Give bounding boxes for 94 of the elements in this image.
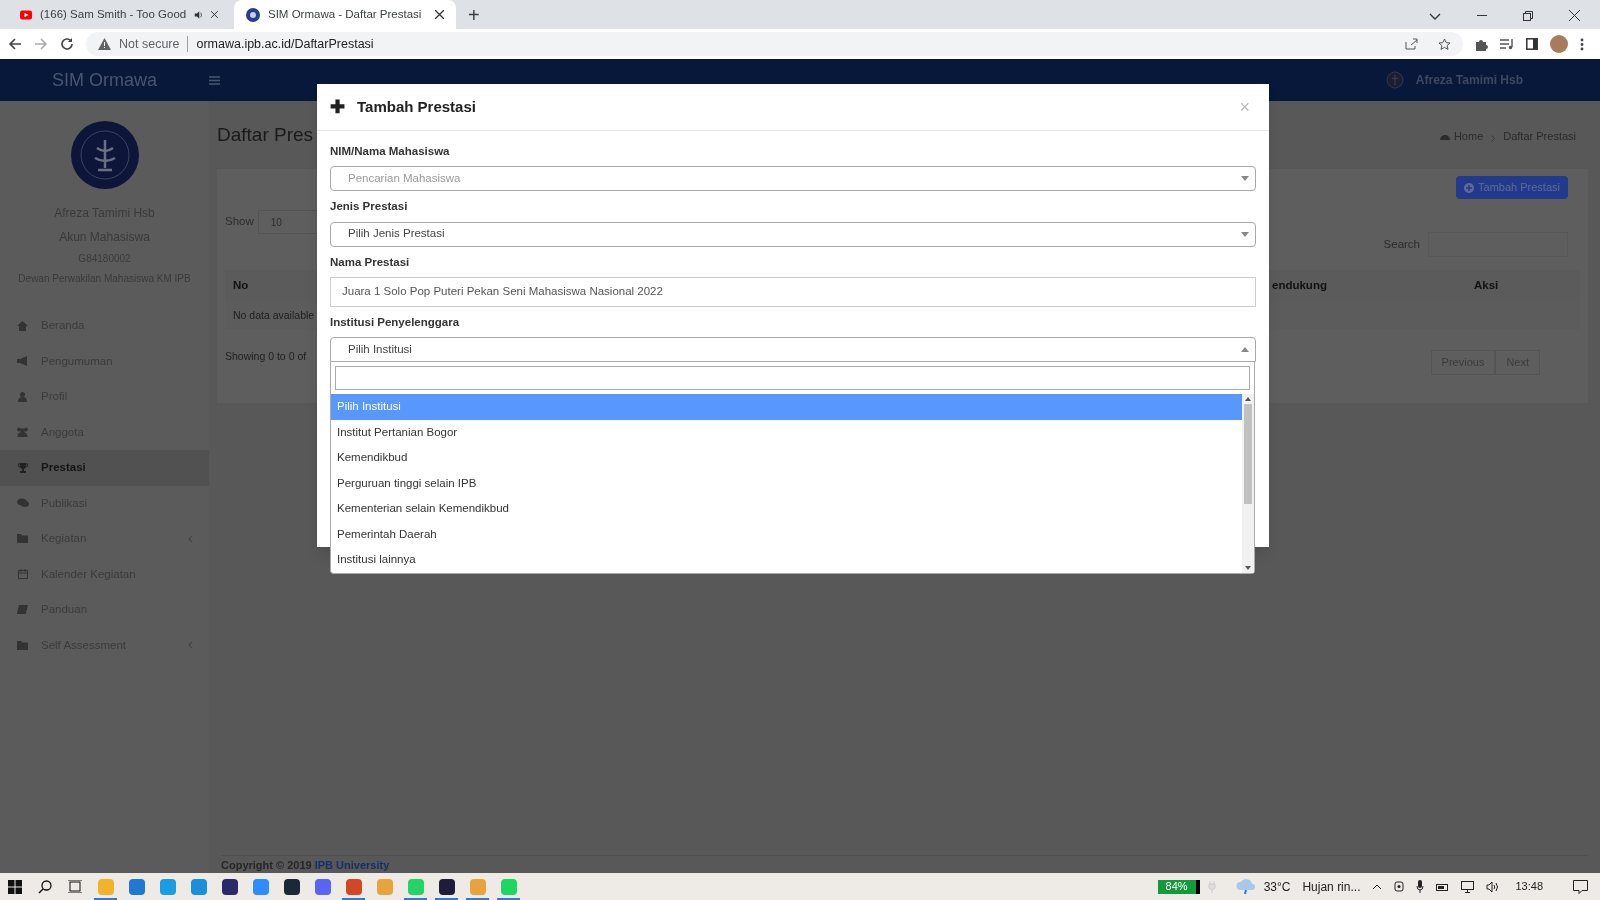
- dropdown-search-field[interactable]: [335, 366, 1250, 390]
- chevron-right-icon: [1491, 135, 1496, 142]
- plus-circle-icon: [1464, 182, 1475, 193]
- select-field[interactable]: Pilih Institusi: [330, 337, 1256, 362]
- empty-table-message: No data available: [233, 308, 315, 324]
- dropdown-option[interactable]: Kementerian selain Kemendikbud: [331, 496, 1242, 522]
- dropdown-arrow-icon: [1241, 231, 1249, 237]
- footer-link[interactable]: IPB University: [314, 858, 390, 871]
- add-achievement-button[interactable]: Tambah Prestasi: [1456, 176, 1568, 199]
- dropdown-option[interactable]: Pilih Institusi: [331, 394, 1242, 420]
- dropdown-option[interactable]: Pemerintah Daerah: [331, 521, 1242, 547]
- scrollbar[interactable]: [1242, 394, 1254, 573]
- share-icon[interactable]: [1405, 38, 1418, 50]
- puzzle-icon[interactable]: [1475, 37, 1488, 51]
- select-field[interactable]: Pilih Jenis Prestasi: [330, 221, 1256, 247]
- university-logo: [69, 120, 140, 190]
- speaker-icon[interactable]: [1486, 880, 1500, 893]
- address-bar[interactable]: Not secure ormawa.ipb.ac.id/DaftarPrestasi: [86, 32, 1463, 56]
- minimize-icon[interactable]: [1477, 15, 1487, 17]
- battery-level: 84%: [1157, 879, 1200, 894]
- megaphone-icon: [17, 356, 28, 367]
- task-view-icon[interactable]: [68, 880, 82, 893]
- select-value: Pilih Institusi: [348, 341, 412, 357]
- rain-cloud-icon: [1235, 878, 1256, 895]
- column-header[interactable]: Aksi: [1462, 277, 1557, 295]
- user-name[interactable]: Afreza Tamimi Hsb: [1415, 71, 1523, 89]
- monitor-icon[interactable]: [1461, 880, 1475, 893]
- chevron-up-icon[interactable]: [1372, 883, 1383, 890]
- clock-time[interactable]: 13:48: [1515, 878, 1543, 895]
- field-label: NIM/Nama Mahasiswa: [330, 144, 451, 159]
- select-placeholder: Pencarian Mahasiswa: [348, 171, 461, 187]
- folder-icon: [17, 640, 28, 650]
- dropdown-arrow-icon: [1241, 176, 1249, 182]
- calendar-icon: [17, 569, 28, 580]
- temperature[interactable]: 33°C: [1263, 877, 1291, 896]
- microphone-icon[interactable]: [1416, 880, 1425, 893]
- camera-icon[interactable]: [1394, 880, 1405, 893]
- close-icon[interactable]: [435, 10, 444, 19]
- chevron-down-icon[interactable]: [1429, 13, 1441, 21]
- app-icon[interactable]: [438, 878, 455, 895]
- close-icon[interactable]: [1569, 10, 1580, 21]
- play-icon: [20, 8, 33, 21]
- tab-title: SIM Ormawa - Daftar Prestasi: [268, 6, 423, 22]
- profile-avatar[interactable]: [1550, 35, 1568, 53]
- modal-title: ✚ Tambah Prestasi: [330, 95, 476, 119]
- sidebar-item[interactable]: Prestasi: [0, 450, 209, 486]
- select-field[interactable]: Pencarian Mahasiswa: [330, 166, 1256, 192]
- notification-icon[interactable]: [1573, 879, 1588, 894]
- input-field[interactable]: Juara 1 Solo Pop Puteri Pekan Seni Mahasiswa Nasional 2022: [330, 276, 1256, 307]
- field-label: Jenis Prestasi: [330, 199, 409, 215]
- field-label: Nama Prestasi: [330, 254, 411, 270]
- more-icon[interactable]: [1580, 37, 1584, 51]
- home-icon: [17, 320, 28, 331]
- new-tab-button[interactable]: +: [468, 5, 480, 25]
- folder-icon: [17, 534, 28, 544]
- field-label: Institusi Penyelenggara: [330, 314, 461, 330]
- scroll-down-icon[interactable]: [1245, 565, 1251, 570]
- warning-icon: [98, 38, 111, 50]
- tab-title: (166) Sam Smith - Too Good: [40, 6, 187, 22]
- dropdown-option[interactable]: Institut Pertanian Bogor: [331, 419, 1242, 445]
- reload-icon[interactable]: [60, 37, 74, 51]
- page-title: Daftar Pres: [217, 122, 314, 147]
- restore-icon[interactable]: [1523, 11, 1533, 21]
- column-header[interactable]: endukung: [1272, 277, 1462, 295]
- weather-text[interactable]: Hujan rin...: [1302, 877, 1361, 896]
- dashboard-icon: [1439, 132, 1450, 141]
- close-button[interactable]: ×: [1239, 93, 1250, 121]
- trophy-icon: [17, 462, 28, 473]
- dropdown-option[interactable]: Institusi lainnya: [331, 547, 1242, 573]
- url-text: ormawa.ipb.ac.id/DaftarPrestasi: [196, 35, 374, 53]
- windows-logo-icon[interactable]: [8, 879, 22, 894]
- brand-name[interactable]: SIM Ormawa: [52, 66, 157, 94]
- close-icon[interactable]: [211, 10, 218, 19]
- search-icon[interactable]: [38, 879, 52, 894]
- battery-icon[interactable]: [1436, 881, 1450, 892]
- side-panel-icon[interactable]: [1526, 38, 1538, 50]
- dropdown-arrow-icon: [1241, 347, 1249, 352]
- scroll-up-icon[interactable]: [1245, 397, 1251, 401]
- plug-icon: [1207, 880, 1216, 893]
- star-icon[interactable]: [1438, 37, 1451, 51]
- dropdown-option[interactable]: Kemendikbud: [331, 445, 1242, 471]
- column-header[interactable]: No: [233, 277, 313, 295]
- emblem-icon: [1385, 71, 1404, 89]
- playlist-icon[interactable]: [1500, 38, 1514, 50]
- users-icon: [16, 427, 29, 438]
- app-icon[interactable]: [283, 878, 300, 895]
- security-label: Not secure: [119, 35, 180, 53]
- back-arrow-icon[interactable]: [8, 37, 22, 51]
- app-icon[interactable]: [221, 878, 238, 895]
- select-value: Pilih Jenis Prestasi: [348, 226, 445, 242]
- browser-tab[interactable]: SIM Ormawa - Daftar Prestasi: [234, 0, 456, 29]
- emblem-icon: [246, 7, 260, 22]
- user-icon: [18, 391, 27, 402]
- dropdown-option[interactable]: Perguruan tinggi selain IPB: [331, 470, 1242, 496]
